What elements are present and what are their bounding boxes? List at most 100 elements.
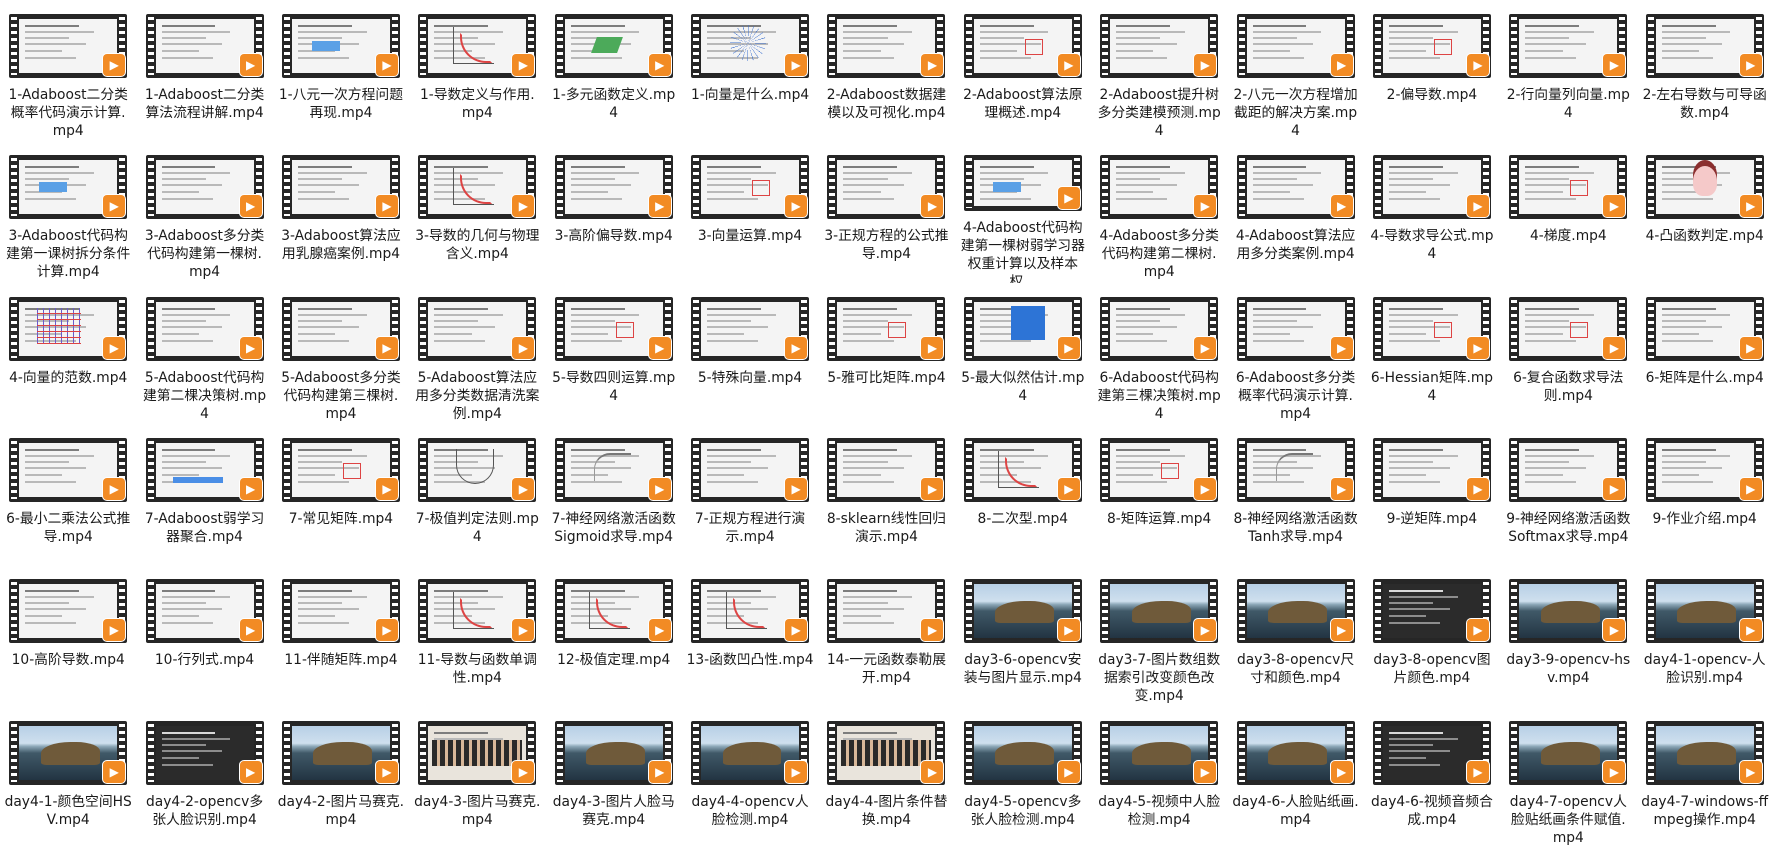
video-file-item[interactable]: ▶ 2-偏导数.mp4 xyxy=(1364,0,1500,141)
video-thumbnail[interactable]: ▶ xyxy=(9,296,128,361)
video-file-item[interactable]: ▶ 1-Adaboost二分类算法流程讲解.mp4 xyxy=(136,0,272,141)
video-file-item[interactable]: ▶ 4-Adaboost算法应用多分类案例.mp4 xyxy=(1227,141,1363,282)
video-file-item[interactable]: ▶ 1-八元一次方程问题再现.mp4 xyxy=(273,0,409,141)
video-file-item[interactable]: ▶ 4-梯度.mp4 xyxy=(1500,141,1636,282)
video-file-item[interactable]: ▶ 5-雅可比矩阵.mp4 xyxy=(818,283,954,424)
video-file-item[interactable]: ▶ 6-复合函数求导法则.mp4 xyxy=(1500,283,1636,424)
video-thumbnail[interactable]: ▶ xyxy=(1509,579,1628,644)
video-file-item[interactable]: ▶ 3-Adaboost代码构建第一课树拆分条件计算.mp4 xyxy=(0,141,136,282)
video-file-item[interactable]: ▶ day4-1-颜色空间HSV.mp4 xyxy=(0,707,136,848)
video-thumbnail[interactable]: ▶ xyxy=(418,155,537,220)
video-file-item[interactable]: ▶ 7-极值判定法则.mp4 xyxy=(409,424,545,565)
video-thumbnail[interactable]: ▶ xyxy=(963,14,1082,78)
video-thumbnail[interactable]: ▶ xyxy=(691,14,810,78)
video-thumbnail[interactable]: ▶ xyxy=(1645,720,1764,785)
video-thumbnail[interactable]: ▶ xyxy=(1236,155,1355,220)
video-thumbnail[interactable]: ▶ xyxy=(281,14,400,78)
video-thumbnail[interactable]: ▶ xyxy=(554,155,673,220)
video-thumbnail[interactable]: ▶ xyxy=(691,720,810,785)
video-file-item[interactable]: ▶ 1-多元函数定义.mp4 xyxy=(546,0,682,141)
video-file-item[interactable]: ▶ 14-一元函数泰勒展开.mp4 xyxy=(818,565,954,706)
video-thumbnail[interactable]: ▶ xyxy=(145,720,264,785)
video-thumbnail[interactable]: ▶ xyxy=(1509,14,1628,78)
video-file-item[interactable]: ▶ 6-Adaboost代码构建第三棵决策树.mp4 xyxy=(1091,283,1227,424)
video-file-item[interactable]: ▶ day4-2-opencv多张人脸识别.mp4 xyxy=(136,707,272,848)
video-thumbnail[interactable]: ▶ xyxy=(827,155,946,220)
video-file-item[interactable]: ▶ 2-Adaboost数据建模以及可视化.mp4 xyxy=(818,0,954,141)
video-file-item[interactable]: ▶ 2-左右导数与可导函数.mp4 xyxy=(1637,0,1773,141)
video-file-item[interactable]: ▶ 4-向量的范数.mp4 xyxy=(0,283,136,424)
video-thumbnail[interactable]: ▶ xyxy=(827,579,946,644)
video-thumbnail[interactable]: ▶ xyxy=(1645,296,1764,361)
video-thumbnail[interactable]: ▶ xyxy=(418,579,537,644)
video-thumbnail[interactable]: ▶ xyxy=(418,437,537,502)
video-thumbnail[interactable]: ▶ xyxy=(554,579,673,644)
video-thumbnail[interactable]: ▶ xyxy=(1372,720,1491,785)
video-file-item[interactable]: ▶ day4-1-opencv-人脸识别.mp4 xyxy=(1637,565,1773,706)
video-file-item[interactable]: ▶ 4-Adaboost多分类代码构建第二棵树.mp4 xyxy=(1091,141,1227,282)
video-thumbnail[interactable]: ▶ xyxy=(145,155,264,220)
video-thumbnail[interactable]: ▶ xyxy=(1645,579,1764,644)
video-file-item[interactable]: ▶ 1-向量是什么.mp4 xyxy=(682,0,818,141)
video-thumbnail[interactable]: ▶ xyxy=(145,437,264,502)
video-thumbnail[interactable]: ▶ xyxy=(827,296,946,361)
video-thumbnail[interactable]: ▶ xyxy=(963,155,1082,212)
video-file-item[interactable]: ▶ day4-5-视频中人脸检测.mp4 xyxy=(1091,707,1227,848)
video-thumbnail[interactable]: ▶ xyxy=(1236,14,1355,78)
video-thumbnail[interactable]: ▶ xyxy=(1509,437,1628,502)
video-thumbnail[interactable]: ▶ xyxy=(1372,437,1491,502)
video-file-item[interactable]: ▶ 12-极值定理.mp4 xyxy=(546,565,682,706)
video-file-item[interactable]: ▶ day4-7-opencv人脸贴纸画条件赋值.mp4 xyxy=(1500,707,1636,848)
video-thumbnail[interactable]: ▶ xyxy=(1509,720,1628,785)
video-thumbnail[interactable]: ▶ xyxy=(963,437,1082,502)
video-file-item[interactable]: ▶ day4-5-opencv多张人脸检测.mp4 xyxy=(955,707,1091,848)
video-thumbnail[interactable]: ▶ xyxy=(827,437,946,502)
video-file-item[interactable]: ▶ 2-八元一次方程增加截距的解决方案.mp4 xyxy=(1227,0,1363,141)
video-file-item[interactable]: ▶ day4-6-视频音频合成.mp4 xyxy=(1364,707,1500,848)
video-thumbnail[interactable]: ▶ xyxy=(145,14,264,78)
video-thumbnail[interactable]: ▶ xyxy=(281,296,400,361)
video-file-item[interactable]: ▶ day3-8-opencv图片颜色.mp4 xyxy=(1364,565,1500,706)
video-file-item[interactable]: ▶ 2-行向量列向量.mp4 xyxy=(1500,0,1636,141)
video-file-item[interactable]: ▶ 11-伴随矩阵.mp4 xyxy=(273,565,409,706)
video-thumbnail[interactable]: ▶ xyxy=(1100,579,1219,644)
video-thumbnail[interactable]: ▶ xyxy=(827,720,946,785)
video-thumbnail[interactable]: ▶ xyxy=(963,720,1082,785)
video-thumbnail[interactable]: ▶ xyxy=(1100,437,1219,502)
video-file-item[interactable]: ▶ 3-向量运算.mp4 xyxy=(682,141,818,282)
video-file-item[interactable]: ▶ 7-神经网络激活函数Sigmoid求导.mp4 xyxy=(546,424,682,565)
video-file-item[interactable]: ▶ 3-导数的几何与物理含义.mp4 xyxy=(409,141,545,282)
video-thumbnail[interactable]: ▶ xyxy=(1509,296,1628,361)
video-thumbnail[interactable]: ▶ xyxy=(9,155,128,220)
video-file-item[interactable]: ▶ 5-Adaboost多分类代码构建第三棵树.mp4 xyxy=(273,283,409,424)
video-file-item[interactable]: ▶ day4-2-图片马赛克.mp4 xyxy=(273,707,409,848)
video-file-item[interactable]: ▶ day4-3-图片马赛克.mp4 xyxy=(409,707,545,848)
video-thumbnail[interactable]: ▶ xyxy=(1100,155,1219,220)
video-file-item[interactable]: ▶ 3-Adaboost多分类代码构建第一棵树.mp4 xyxy=(136,141,272,282)
video-file-item[interactable]: ▶ 8-神经网络激活函数Tanh求导.mp4 xyxy=(1227,424,1363,565)
video-file-item[interactable]: ▶ 13-函数凹凸性.mp4 xyxy=(682,565,818,706)
video-thumbnail[interactable]: ▶ xyxy=(554,720,673,785)
video-thumbnail[interactable]: ▶ xyxy=(1372,155,1491,220)
video-thumbnail[interactable]: ▶ xyxy=(9,720,128,785)
video-thumbnail[interactable]: ▶ xyxy=(554,437,673,502)
video-file-item[interactable]: ▶ day4-4-图片条件替换.mp4 xyxy=(818,707,954,848)
video-thumbnail[interactable]: ▶ xyxy=(418,720,537,785)
video-thumbnail[interactable]: ▶ xyxy=(9,437,128,502)
video-file-item[interactable]: ▶ 5-特殊向量.mp4 xyxy=(682,283,818,424)
video-thumbnail[interactable]: ▶ xyxy=(1645,14,1764,78)
video-thumbnail[interactable]: ▶ xyxy=(145,579,264,644)
video-file-item[interactable]: ▶ 9-作业介绍.mp4 xyxy=(1637,424,1773,565)
video-file-item[interactable]: ▶ 2-Adaboost提升树多分类建模预测.mp4 xyxy=(1091,0,1227,141)
video-thumbnail[interactable]: ▶ xyxy=(281,437,400,502)
video-thumbnail[interactable]: ▶ xyxy=(1236,720,1355,785)
video-thumbnail[interactable]: ▶ xyxy=(418,296,537,361)
video-thumbnail[interactable]: ▶ xyxy=(281,579,400,644)
video-thumbnail[interactable]: ▶ xyxy=(691,437,810,502)
video-thumbnail[interactable]: ▶ xyxy=(691,155,810,220)
video-file-item[interactable]: ▶ 5-Adaboost算法应用多分类数据清洗案例.mp4 xyxy=(409,283,545,424)
video-file-item[interactable]: ▶ 1-Adaboost二分类概率代码演示计算.mp4 xyxy=(0,0,136,141)
video-file-item[interactable]: ▶ 8-矩阵运算.mp4 xyxy=(1091,424,1227,565)
video-thumbnail[interactable]: ▶ xyxy=(1372,579,1491,644)
video-file-item[interactable]: ▶ day3-9-opencv-hsv.mp4 xyxy=(1500,565,1636,706)
